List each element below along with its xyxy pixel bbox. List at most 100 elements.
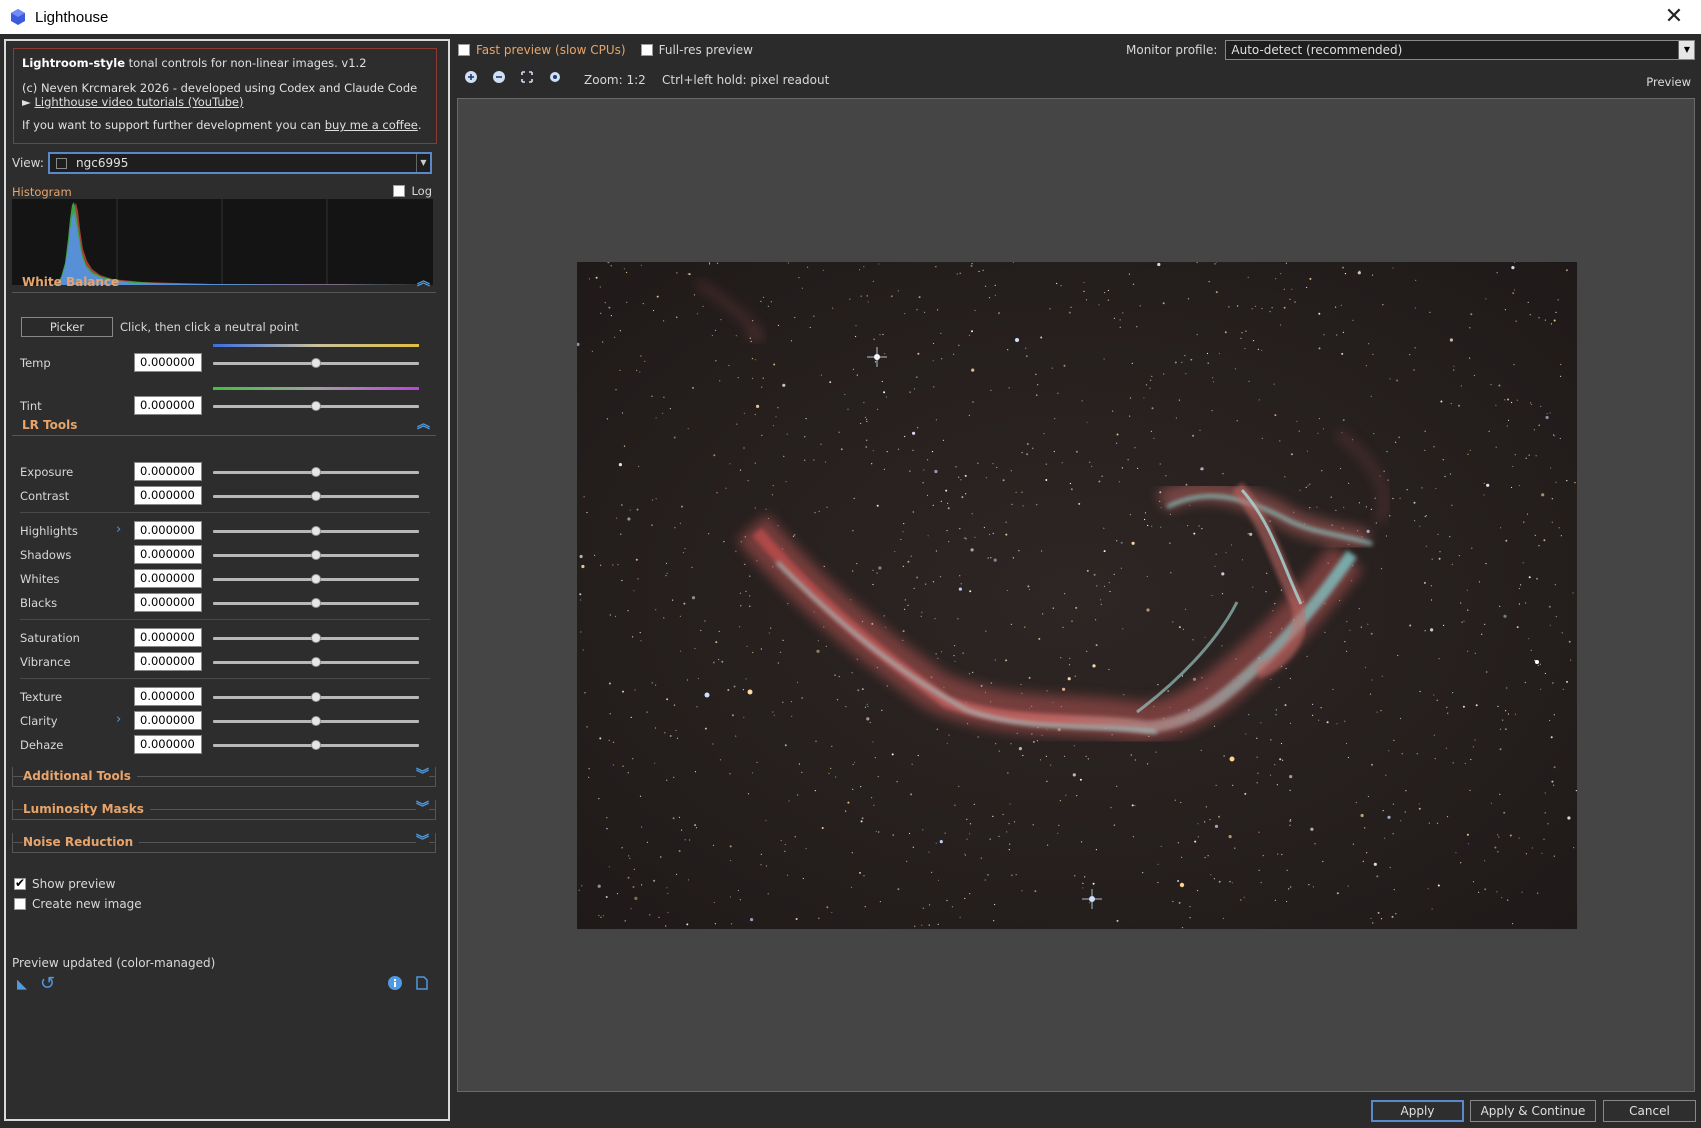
full-res-check[interactable] bbox=[640, 44, 653, 56]
preview-image[interactable] bbox=[577, 262, 1577, 929]
zoom-1-1-icon[interactable] bbox=[547, 70, 563, 86]
chevron-right-icon[interactable]: › bbox=[116, 522, 121, 537]
reset-icon[interactable]: ↺ bbox=[40, 973, 55, 994]
whites-input[interactable]: 0.000000 bbox=[134, 569, 202, 588]
slider-knob[interactable] bbox=[311, 716, 321, 726]
highlights-row: Highlights › 0.000000 bbox=[20, 521, 430, 541]
window-title: Lighthouse bbox=[35, 8, 109, 26]
zoom-out-icon[interactable] bbox=[491, 70, 507, 86]
highlights-slider[interactable] bbox=[213, 526, 419, 536]
view-select[interactable]: ngc6995 ▼ bbox=[48, 152, 432, 174]
shadows-slider[interactable] bbox=[213, 550, 419, 560]
vibrance-slider[interactable] bbox=[213, 657, 419, 667]
chevron-down-icon[interactable]: ▼ bbox=[416, 154, 430, 172]
tint-slider[interactable] bbox=[213, 401, 419, 411]
blacks-slider[interactable] bbox=[213, 598, 419, 608]
slider-knob[interactable] bbox=[311, 740, 321, 750]
support-text: If you want to support further developme… bbox=[22, 118, 325, 132]
image-window-icon bbox=[56, 157, 67, 169]
clarity-row: Clarity › 0.000000 bbox=[20, 711, 430, 731]
contrast-input[interactable]: 0.000000 bbox=[134, 486, 202, 505]
cancel-button[interactable]: Cancel bbox=[1603, 1100, 1696, 1122]
preview-options-bar: Fast preview (slow CPUs) Full-res previe… bbox=[455, 38, 1697, 62]
slider-knob[interactable] bbox=[311, 491, 321, 501]
slider-knob[interactable] bbox=[311, 574, 321, 584]
buy-coffee-link[interactable]: buy me a coffee bbox=[325, 118, 418, 132]
chevron-down-icon[interactable]: ︾ bbox=[415, 800, 429, 818]
picker-button[interactable]: Picker bbox=[21, 317, 113, 337]
slider-knob[interactable] bbox=[311, 467, 321, 477]
highlights-input[interactable]: 0.000000 bbox=[134, 521, 202, 540]
info-icon[interactable] bbox=[387, 975, 403, 995]
clarity-label: Clarity bbox=[20, 714, 58, 728]
saturation-input[interactable]: 0.000000 bbox=[134, 628, 202, 647]
saturation-slider[interactable] bbox=[213, 633, 419, 643]
slider-knob[interactable] bbox=[311, 550, 321, 560]
chevron-down-icon[interactable]: ︾ bbox=[415, 833, 429, 851]
close-icon[interactable]: ✕ bbox=[1659, 4, 1689, 29]
vibrance-input[interactable]: 0.000000 bbox=[134, 652, 202, 671]
exposure-input[interactable]: 0.000000 bbox=[134, 462, 202, 481]
temp-slider[interactable] bbox=[213, 358, 419, 368]
texture-input[interactable]: 0.000000 bbox=[134, 687, 202, 706]
slider-knob[interactable] bbox=[311, 692, 321, 702]
full-res-checkbox[interactable]: Full-res preview bbox=[640, 43, 753, 57]
apply-button[interactable]: Apply bbox=[1371, 1100, 1464, 1122]
slider-knob[interactable] bbox=[311, 526, 321, 536]
temp-input[interactable]: 0.000000 bbox=[134, 353, 202, 372]
dehaze-input[interactable]: 0.000000 bbox=[134, 735, 202, 754]
blacks-input[interactable]: 0.000000 bbox=[134, 593, 202, 612]
video-tutorials-link[interactable]: Lighthouse video tutorials (YouTube) bbox=[35, 95, 244, 109]
zoom-in-icon[interactable] bbox=[463, 70, 479, 86]
fast-preview-check[interactable] bbox=[458, 44, 470, 56]
chevron-down-icon[interactable]: ︾ bbox=[415, 767, 429, 785]
show-preview-check[interactable] bbox=[14, 876, 26, 890]
chevron-up-icon[interactable]: ︽ bbox=[417, 416, 430, 434]
tint-input[interactable]: 0.000000 bbox=[134, 396, 202, 415]
create-new-image-check[interactable] bbox=[14, 898, 26, 910]
exposure-slider[interactable] bbox=[213, 467, 419, 477]
fit-to-window-icon[interactable] bbox=[519, 70, 535, 86]
show-preview-checkbox[interactable]: Show preview bbox=[14, 876, 116, 891]
lr-tools-header[interactable]: LR Tools ︽ bbox=[12, 416, 436, 436]
clarity-slider[interactable] bbox=[213, 716, 419, 726]
luminosity-masks-header[interactable]: Luminosity Masks ︾ bbox=[12, 800, 436, 820]
texture-label: Texture bbox=[20, 690, 63, 704]
white-balance-header[interactable]: White Balance ︽ bbox=[12, 273, 436, 293]
slider-knob[interactable] bbox=[311, 657, 321, 667]
monitor-profile-select[interactable]: Auto-detect (recommended) ▼ bbox=[1225, 40, 1696, 60]
slider-knob[interactable] bbox=[311, 401, 321, 411]
zoom-toolbar: Zoom: 1:2 Ctrl+left hold: pixel readout … bbox=[455, 68, 1697, 92]
monitor-profile-value: Auto-detect (recommended) bbox=[1231, 43, 1403, 57]
tagline-rest: tonal controls for non-linear images. v1… bbox=[125, 56, 367, 70]
document-icon[interactable] bbox=[415, 976, 429, 994]
dehaze-slider[interactable] bbox=[213, 740, 419, 750]
dehaze-label: Dehaze bbox=[20, 738, 64, 752]
view-label: View: bbox=[12, 156, 44, 170]
preview-viewport[interactable] bbox=[457, 98, 1695, 1092]
new-instance-icon[interactable]: ◣ bbox=[17, 977, 27, 992]
chevron-right-icon[interactable]: › bbox=[116, 712, 121, 727]
slider-knob[interactable] bbox=[311, 598, 321, 608]
monitor-profile-label: Monitor profile: bbox=[1126, 43, 1218, 57]
view-row: View: ngc6995 ▼ bbox=[12, 152, 432, 174]
apply-continue-button[interactable]: Apply & Continue bbox=[1470, 1100, 1596, 1122]
slider-knob[interactable] bbox=[311, 358, 321, 368]
slider-knob[interactable] bbox=[311, 633, 321, 643]
saturation-row: Saturation 0.000000 bbox=[20, 628, 430, 648]
clarity-input[interactable]: 0.000000 bbox=[134, 711, 202, 730]
whites-slider[interactable] bbox=[213, 574, 419, 584]
full-res-label: Full-res preview bbox=[658, 43, 753, 57]
noise-reduction-header[interactable]: Noise Reduction ︾ bbox=[12, 833, 436, 853]
fast-preview-checkbox[interactable]: Fast preview (slow CPUs) bbox=[458, 43, 626, 57]
log-check[interactable] bbox=[393, 185, 406, 197]
create-new-image-checkbox[interactable]: Create new image bbox=[14, 897, 142, 911]
contrast-slider[interactable] bbox=[213, 491, 419, 501]
chevron-up-icon[interactable]: ︽ bbox=[417, 273, 430, 291]
shadows-input[interactable]: 0.000000 bbox=[134, 545, 202, 564]
chevron-down-icon[interactable]: ▼ bbox=[1678, 41, 1695, 59]
texture-slider[interactable] bbox=[213, 692, 419, 702]
log-checkbox[interactable]: Log bbox=[393, 184, 432, 198]
tagline-bold: Lightroom-style bbox=[22, 56, 125, 70]
additional-tools-header[interactable]: Additional Tools ︾ bbox=[12, 767, 436, 787]
